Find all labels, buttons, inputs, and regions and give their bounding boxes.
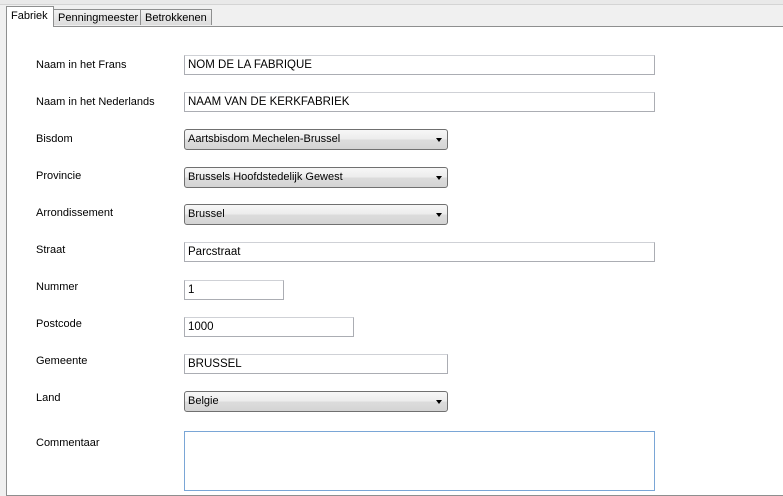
naam-nl-input[interactable]: NAAM VAN DE KERKFABRIEK (184, 92, 655, 112)
chevron-down-icon (436, 400, 442, 404)
tab-penningmeester[interactable]: Penningmeester (53, 9, 141, 25)
straat-input[interactable]: Parcstraat (184, 242, 655, 262)
provincie-label: Provincie (36, 170, 82, 182)
postcode-label: Postcode (36, 318, 82, 330)
provincie-select-value: Brussels Hoofdstedelijk Gewest (188, 171, 343, 183)
land-label: Land (36, 392, 61, 404)
naam-nl-label: Naam in het Nederlands (36, 96, 155, 108)
bisdom-select[interactable]: Aartsbisdom Mechelen-Brussel (184, 129, 448, 150)
land-select[interactable]: Belgie (184, 391, 448, 412)
chevron-down-icon (436, 176, 442, 180)
naam-frans-input[interactable]: NOM DE LA FABRIQUE (184, 55, 655, 75)
arrondissement-label: Arrondissement (36, 207, 114, 219)
nummer-input[interactable]: 1 (184, 280, 284, 300)
arrondissement-select-value: Brussel (188, 208, 225, 220)
straat-label: Straat (36, 244, 66, 256)
arrondissement-select[interactable]: Brussel (184, 204, 448, 225)
commentaar-textarea[interactable] (184, 431, 655, 491)
postcode-input[interactable]: 1000 (184, 317, 354, 337)
chevron-down-icon (436, 213, 442, 217)
gemeente-label: Gemeente (36, 355, 88, 367)
bisdom-label: Bisdom (36, 133, 73, 145)
window-top-edge (0, 0, 783, 5)
bisdom-select-value: Aartsbisdom Mechelen-Brussel (188, 133, 341, 145)
gemeente-input[interactable]: BRUSSEL (184, 354, 448, 374)
tab-fabriek[interactable]: Fabriek (6, 6, 54, 27)
land-select-value: Belgie (188, 395, 219, 407)
nummer-label: Nummer (36, 281, 79, 293)
commentaar-label: Commentaar (36, 437, 100, 449)
tab-betrokkenen[interactable]: Betrokkenen (140, 9, 212, 25)
chevron-down-icon (436, 138, 442, 142)
provincie-select[interactable]: Brussels Hoofdstedelijk Gewest (184, 167, 448, 188)
naam-frans-label: Naam in het Frans (36, 59, 127, 71)
